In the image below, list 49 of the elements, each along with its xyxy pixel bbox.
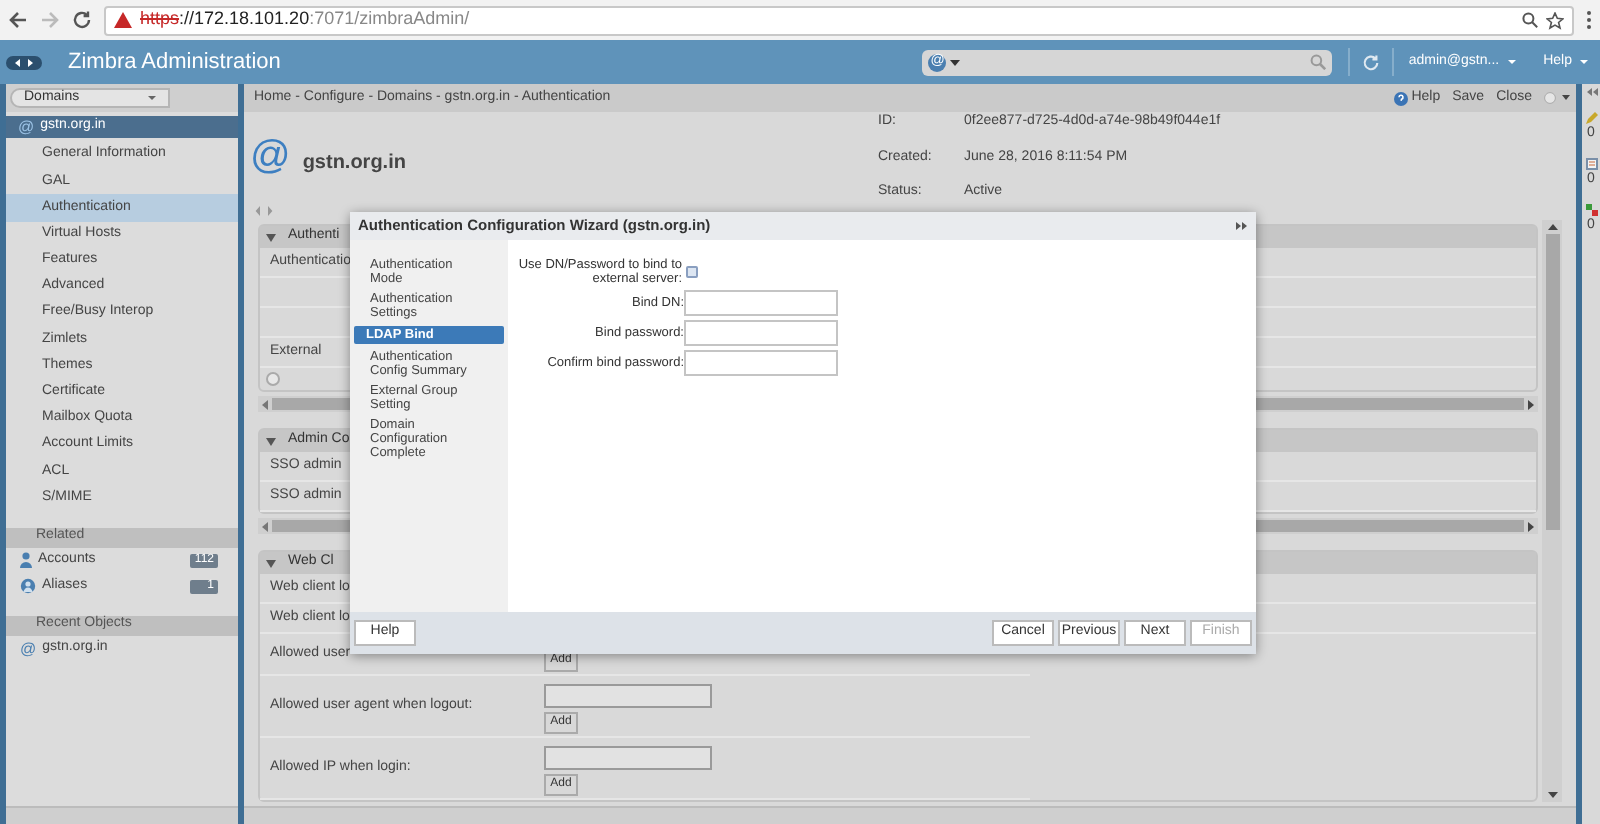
- star-icon[interactable]: [1546, 11, 1564, 29]
- help-icon: [1393, 91, 1408, 105]
- expand-icon[interactable]: [1236, 222, 1248, 230]
- caret-icon[interactable]: [950, 59, 961, 65]
- input-field[interactable]: [544, 746, 712, 770]
- input-field[interactable]: [544, 684, 712, 708]
- scroll-down-icon[interactable]: [1547, 792, 1557, 798]
- scroll-right-icon[interactable]: [1528, 521, 1534, 531]
- scroll-left-icon[interactable]: [262, 399, 268, 409]
- caret-icon: [1507, 60, 1516, 64]
- collapse-icon: [266, 437, 276, 445]
- collapse-panel-icon[interactable]: [1585, 88, 1597, 96]
- input-field[interactable]: [684, 350, 838, 376]
- at-icon: @: [20, 641, 37, 658]
- scroll-up-icon[interactable]: [1547, 224, 1557, 230]
- input-field[interactable]: [684, 320, 838, 346]
- address-bar[interactable]: https://172.18.101.20:7071/zimbraAdmin/: [104, 5, 1574, 35]
- tags-icon: [1585, 204, 1597, 216]
- document-icon: [1585, 158, 1597, 170]
- caret-icon: [148, 96, 156, 100]
- forward-icon[interactable]: [40, 10, 60, 30]
- close-menu-icon[interactable]: [1544, 92, 1570, 104]
- scroll-right-icon[interactable]: [1528, 399, 1534, 409]
- url-text: https://172.18.101.20:7071/zimbraAdmin/: [140, 6, 470, 33]
- warning-icon: [114, 12, 132, 28]
- reload-icon[interactable]: [72, 10, 92, 30]
- caret-icon: [1580, 60, 1588, 64]
- refresh-icon[interactable]: [1362, 53, 1381, 71]
- history-nav-icon[interactable]: [6, 55, 42, 69]
- search-icon[interactable]: [1310, 54, 1327, 70]
- collapse-icon: [266, 233, 276, 241]
- person-icon: [20, 552, 32, 569]
- people-icon: [20, 578, 36, 595]
- checkbox[interactable]: [686, 266, 698, 278]
- at-icon: @: [18, 119, 35, 135]
- pencil-icon: [1585, 112, 1597, 124]
- domain-icon: @: [250, 136, 291, 176]
- domain-name: gstn.org.in: [302, 149, 406, 177]
- input-field[interactable]: [684, 290, 838, 316]
- menu-icon[interactable]: [1586, 10, 1592, 30]
- zoom-icon[interactable]: [1522, 12, 1538, 28]
- app-title: Zimbra Administration: [68, 47, 281, 78]
- scroll-arrows-icon[interactable]: [254, 205, 274, 215]
- back-icon[interactable]: [8, 10, 28, 30]
- scroll-left-icon[interactable]: [262, 521, 268, 531]
- vertical-scrollbar[interactable]: [1542, 220, 1562, 802]
- collapse-icon: [266, 559, 276, 567]
- toggle-control[interactable]: [266, 372, 280, 386]
- scrollbar-thumb[interactable]: [1545, 234, 1559, 530]
